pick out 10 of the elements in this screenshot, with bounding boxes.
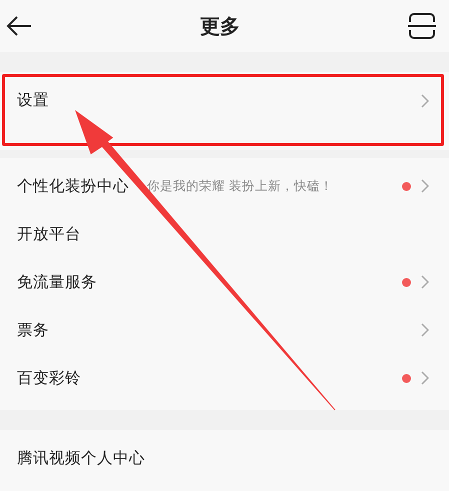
menu-item[interactable]: 设置 [2,74,444,146]
page-title: 更多 [200,12,240,40]
menu-item[interactable]: 个性化装扮中心 你是我的荣耀 装扮上新，快磕！ [2,162,444,210]
menu-item[interactable]: 开放平台 [2,210,444,258]
menu-item[interactable]: 百变彩铃 [2,354,444,402]
back-icon[interactable] [6,16,32,36]
scan-icon[interactable] [408,13,436,39]
menu-item[interactable]: 票务 [2,306,444,354]
menu-item[interactable]: 腾讯视频个人中心 [2,434,444,482]
menu-item[interactable]: 免流量服务 [2,258,444,306]
